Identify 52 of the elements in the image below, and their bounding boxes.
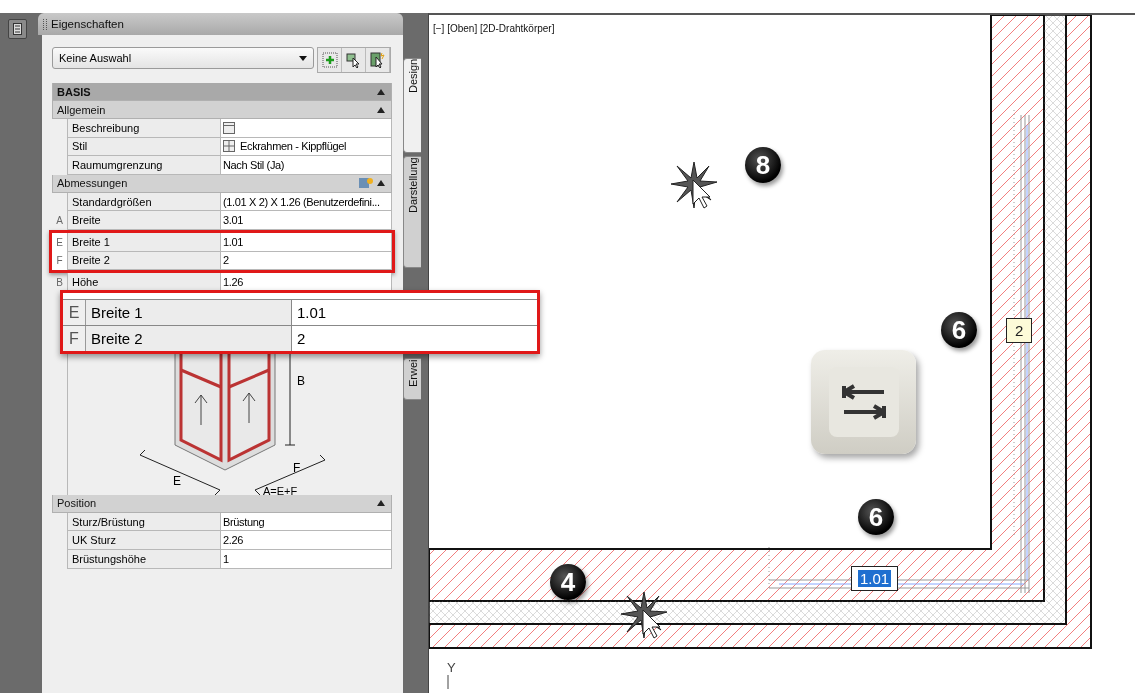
property-label: UK Sturz (67, 531, 221, 550)
collapse-icon[interactable] (377, 106, 385, 113)
row-marker: E (63, 300, 86, 325)
side-tab[interactable]: Design (403, 58, 421, 153)
property-value[interactable]: 2.26 (221, 531, 392, 550)
property-value[interactable]: 1.01 (221, 232, 392, 252)
property-value[interactable]: 1.26 (221, 273, 392, 292)
group-header[interactable]: Allgemein (52, 101, 392, 119)
property-value[interactable]: 3.01 (221, 211, 392, 230)
step-badge: 6 (941, 312, 977, 348)
property-label: Raumumgrenzung (67, 156, 221, 175)
property-value[interactable]: Nach Stil (Ja) (221, 156, 392, 175)
dimension-input[interactable]: 2 (1006, 318, 1033, 343)
caret-icon (299, 55, 307, 61)
property-label: Breite 1 (67, 232, 221, 252)
row-marker: A (56, 215, 63, 227)
property-label: Beschreibung (67, 119, 221, 138)
property-value: 2 (296, 329, 307, 349)
cursor-click-icon (669, 160, 719, 210)
palette-toggle-button[interactable] (8, 19, 27, 39)
axis-label: Y (447, 660, 456, 675)
side-tab[interactable]: Erwei (403, 358, 421, 400)
row-marker: F (56, 255, 63, 267)
grid-icon (223, 140, 235, 153)
viewport-label: [−] [Oben] [2D-Drahtkörper] (433, 23, 555, 34)
row-marker: B (56, 276, 63, 288)
pointer-icon (369, 52, 386, 68)
row-marker: F (63, 326, 86, 351)
property-value: 1.01 (296, 303, 328, 323)
step-badge: 8 (745, 147, 781, 183)
property-label: Höhe (67, 273, 221, 292)
tab-arrows-icon (839, 382, 888, 422)
side-tab[interactable]: Darstellung (403, 156, 421, 268)
axis-line (447, 675, 449, 689)
add-icon (321, 52, 338, 68)
palette-header: Eigenschaften (38, 13, 403, 35)
selection-dropdown[interactable]: Keine Auswahl (52, 47, 314, 69)
table-icon (223, 121, 235, 134)
group-header[interactable]: Position (52, 494, 392, 513)
collapse-icon[interactable] (377, 88, 385, 95)
dimension-input[interactable]: 1.01 (851, 566, 899, 591)
group-header[interactable]: BASIS (52, 83, 392, 101)
pointer-icon (345, 52, 362, 68)
property-label: Breite (67, 211, 221, 230)
step-badge: 6 (858, 499, 894, 535)
properties-icon (13, 23, 22, 35)
property-label: Breite 1 (86, 300, 292, 325)
row-marker: E (56, 236, 63, 248)
property-label: Breite 2 (86, 326, 292, 351)
collapse-icon[interactable] (377, 180, 385, 187)
cursor-click-icon (619, 590, 669, 640)
collapse-icon[interactable] (377, 500, 385, 507)
